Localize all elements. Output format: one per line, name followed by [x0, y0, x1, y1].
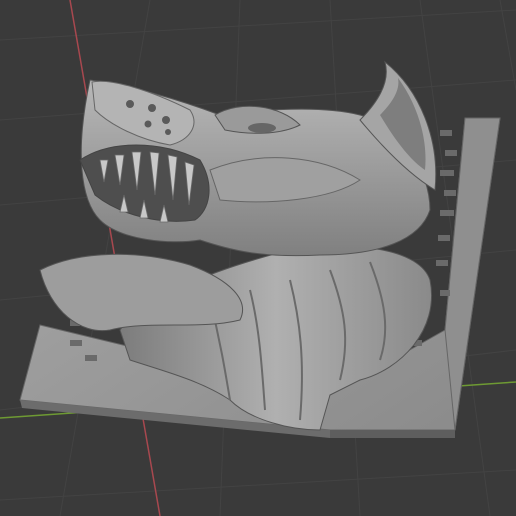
wolf-jaw-flare — [39, 253, 243, 332]
wolf-head-plaque-model[interactable] — [19, 60, 501, 438]
plaque-base-side-right — [330, 430, 455, 438]
3d-viewport[interactable] — [0, 0, 516, 516]
viewport-canvas[interactable] — [0, 0, 516, 516]
wolf-eye — [248, 123, 276, 133]
